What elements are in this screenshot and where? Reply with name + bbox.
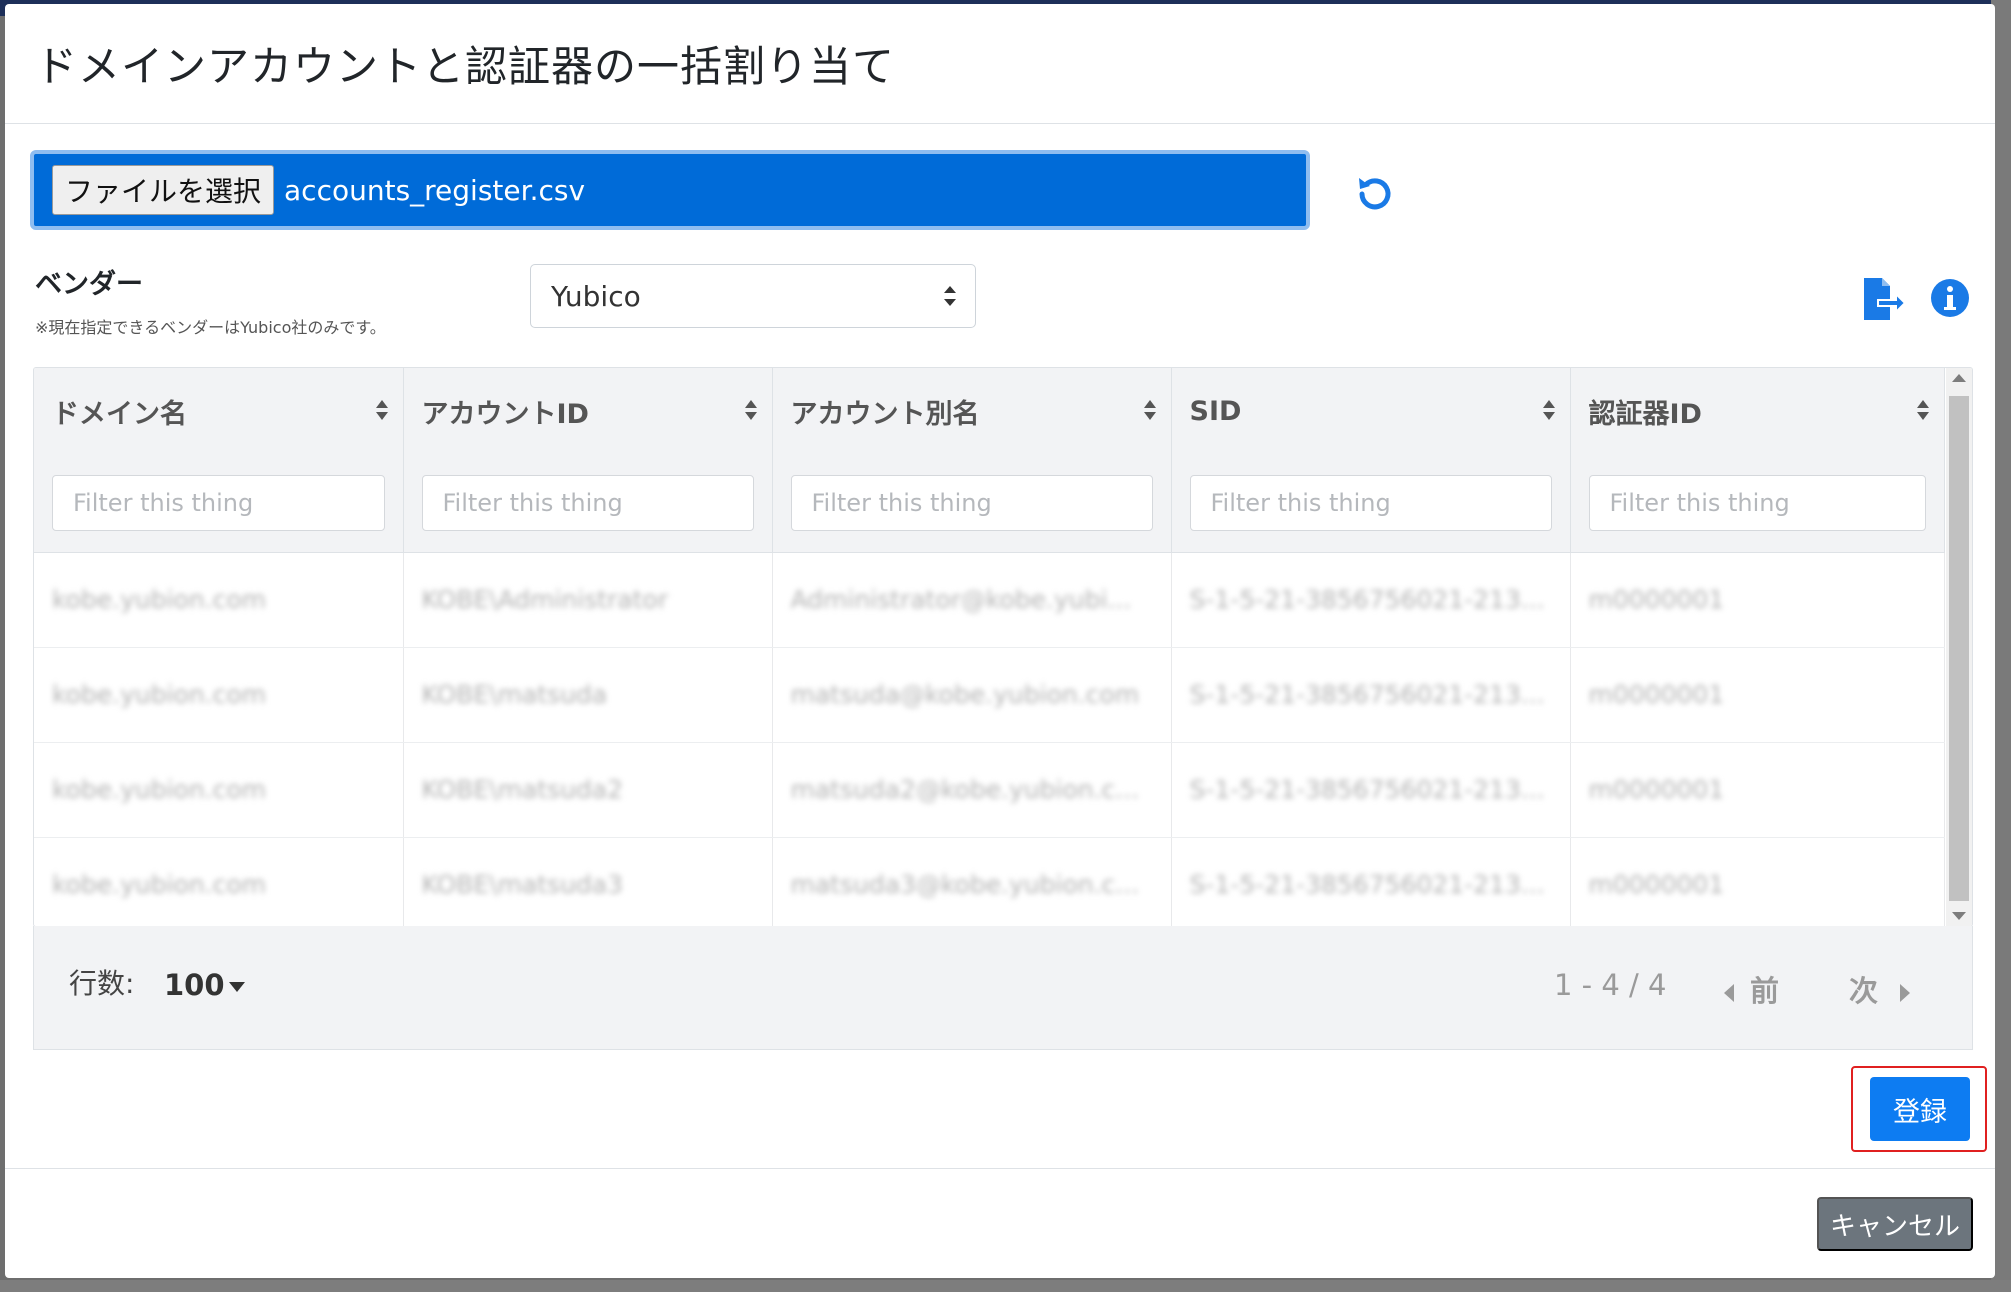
filter-input-domain[interactable] [52, 474, 385, 531]
table-scrollbar[interactable] [1946, 368, 1972, 926]
caret-right-icon [1900, 984, 1911, 1002]
sort-icon [1143, 400, 1156, 420]
filter-cell [772, 454, 1172, 553]
sort-icon [744, 400, 757, 420]
select-arrows-icon [944, 286, 956, 306]
prev-page-button[interactable]: 前 [1724, 968, 1779, 1010]
vendor-note: ※現在指定できるベンダーはYubico社のみです。 [35, 318, 386, 337]
table-row[interactable]: kobe.yubion.com KOBE\matsuda matsuda@kob… [34, 647, 1945, 743]
info-icon[interactable] [1930, 278, 1970, 318]
choose-file-button[interactable]: ファイルを選択 [52, 165, 275, 215]
scroll-down-arrow-icon[interactable] [1952, 912, 1966, 920]
filter-cell [403, 454, 773, 553]
column-header-domain[interactable]: ドメイン名 [34, 368, 404, 454]
column-header-sid[interactable]: SID [1171, 368, 1571, 454]
prev-page-label: 前 [1750, 974, 1780, 1008]
sort-icon [1542, 400, 1555, 420]
cell-account-alias: matsuda2@kobe.yubion.c... [772, 742, 1172, 838]
cell-authenticator-id: m0000001 [1570, 552, 1945, 648]
cancel-button[interactable]: キャンセル [1817, 1197, 1973, 1251]
filter-cell [1171, 454, 1571, 553]
page-info: 1 - 4 / 4 [1554, 968, 1667, 1002]
column-header-label: SID [1189, 395, 1242, 427]
cell-account-id: KOBE\matsuda [403, 647, 773, 743]
rows-per-page-select[interactable]: 100 [164, 968, 245, 1002]
background-page-bottom [0, 1280, 2011, 1292]
cell-account-alias: matsuda@kobe.yubion.com [772, 647, 1172, 743]
cell-account-id: KOBE\matsuda2 [403, 742, 773, 838]
bulk-assign-modal: ドメインアカウントと認証器の一括割り当て ファイルを選択 accounts_re… [5, 4, 1995, 1278]
accounts-table: ドメイン名 アカウントID アカウント別名 SID 認証器ID Filter t… [33, 367, 1973, 927]
caret-down-icon [228, 982, 245, 992]
sort-icon [375, 400, 388, 420]
column-header-account-id[interactable]: アカウントID [403, 368, 773, 454]
register-button[interactable]: 登録 [1870, 1077, 1970, 1141]
table-row[interactable]: kobe.yubion.com KOBE\Administrator Admin… [34, 552, 1945, 648]
cell-account-alias: Administrator@kobe.yubi... [772, 552, 1172, 648]
cell-authenticator-id: m0000001 [1570, 837, 1945, 926]
scroll-up-arrow-icon[interactable] [1952, 374, 1966, 382]
filter-input-account-alias[interactable] [790, 474, 1153, 531]
cell-account-id: KOBE\Administrator [403, 552, 773, 648]
modal-footer-divider [5, 1168, 1995, 1169]
vendor-selected-value: Yubico [551, 279, 641, 313]
cell-authenticator-id: m0000001 [1570, 742, 1945, 838]
filter-input-account-id[interactable] [421, 474, 754, 531]
filter-input-sid[interactable] [1189, 474, 1552, 531]
vendor-label: ベンダー [35, 269, 143, 300]
cell-authenticator-id: m0000001 [1570, 647, 1945, 743]
selected-file-name: accounts_register.csv [284, 173, 586, 207]
rows-per-page-value: 100 [164, 968, 225, 1002]
modal-header: ドメインアカウントと認証器の一括割り当て [5, 4, 1995, 124]
column-header-label: 認証器ID [1588, 398, 1702, 430]
column-header-authenticator-id[interactable]: 認証器ID [1570, 368, 1945, 454]
cell-sid: S-1-5-21-3856756021-213... [1171, 742, 1571, 838]
cell-domain: kobe.yubion.com [34, 647, 404, 743]
column-header-label: ドメイン名 [52, 398, 187, 430]
cell-domain: kobe.yubion.com [34, 837, 404, 926]
cell-account-id: KOBE\matsuda3 [403, 837, 773, 926]
column-header-label: アカウントID [421, 398, 589, 430]
cell-account-alias: matsuda3@kobe.yubion.c... [772, 837, 1172, 926]
file-input[interactable]: ファイルを選択 accounts_register.csv [30, 150, 1310, 230]
filter-cell [34, 454, 404, 553]
caret-left-icon [1724, 984, 1734, 1002]
table-header-row: ドメイン名 アカウントID アカウント別名 SID 認証器ID [34, 368, 1945, 454]
column-header-label: アカウント別名 [790, 398, 980, 430]
modal-title: ドメインアカウントと認証器の一括割り当て [35, 42, 896, 91]
next-page-button[interactable]: 次 [1849, 968, 1911, 1010]
next-page-label: 次 [1849, 974, 1879, 1008]
file-export-icon[interactable] [1860, 276, 1906, 322]
sort-icon [1916, 400, 1929, 420]
file-upload-row: ファイルを選択 accounts_register.csv [30, 150, 1391, 230]
scroll-thumb[interactable] [1949, 396, 1969, 901]
vendor-select[interactable]: Yubico [530, 264, 976, 328]
rows-per-page-label: 行数: [69, 967, 135, 1000]
filter-cell [1570, 454, 1945, 553]
cell-domain: kobe.yubion.com [34, 552, 404, 648]
cell-domain: kobe.yubion.com [34, 742, 404, 838]
cell-sid: S-1-5-21-3856756021-213... [1171, 552, 1571, 648]
table-row[interactable]: kobe.yubion.com KOBE\matsuda3 matsuda3@k… [34, 837, 1945, 926]
cell-sid: S-1-5-21-3856756021-213... [1171, 837, 1571, 926]
column-header-account-alias[interactable]: アカウント別名 [772, 368, 1172, 454]
undo-icon[interactable] [1350, 170, 1398, 218]
cell-sid: S-1-5-21-3856756021-213... [1171, 647, 1571, 743]
table-pagination: 行数: 100 1 - 4 / 4 前 次 [33, 926, 1973, 1050]
filter-input-authenticator-id[interactable] [1588, 474, 1926, 531]
filter-row [34, 454, 1945, 553]
table-row[interactable]: kobe.yubion.com KOBE\matsuda2 matsuda2@k… [34, 742, 1945, 838]
